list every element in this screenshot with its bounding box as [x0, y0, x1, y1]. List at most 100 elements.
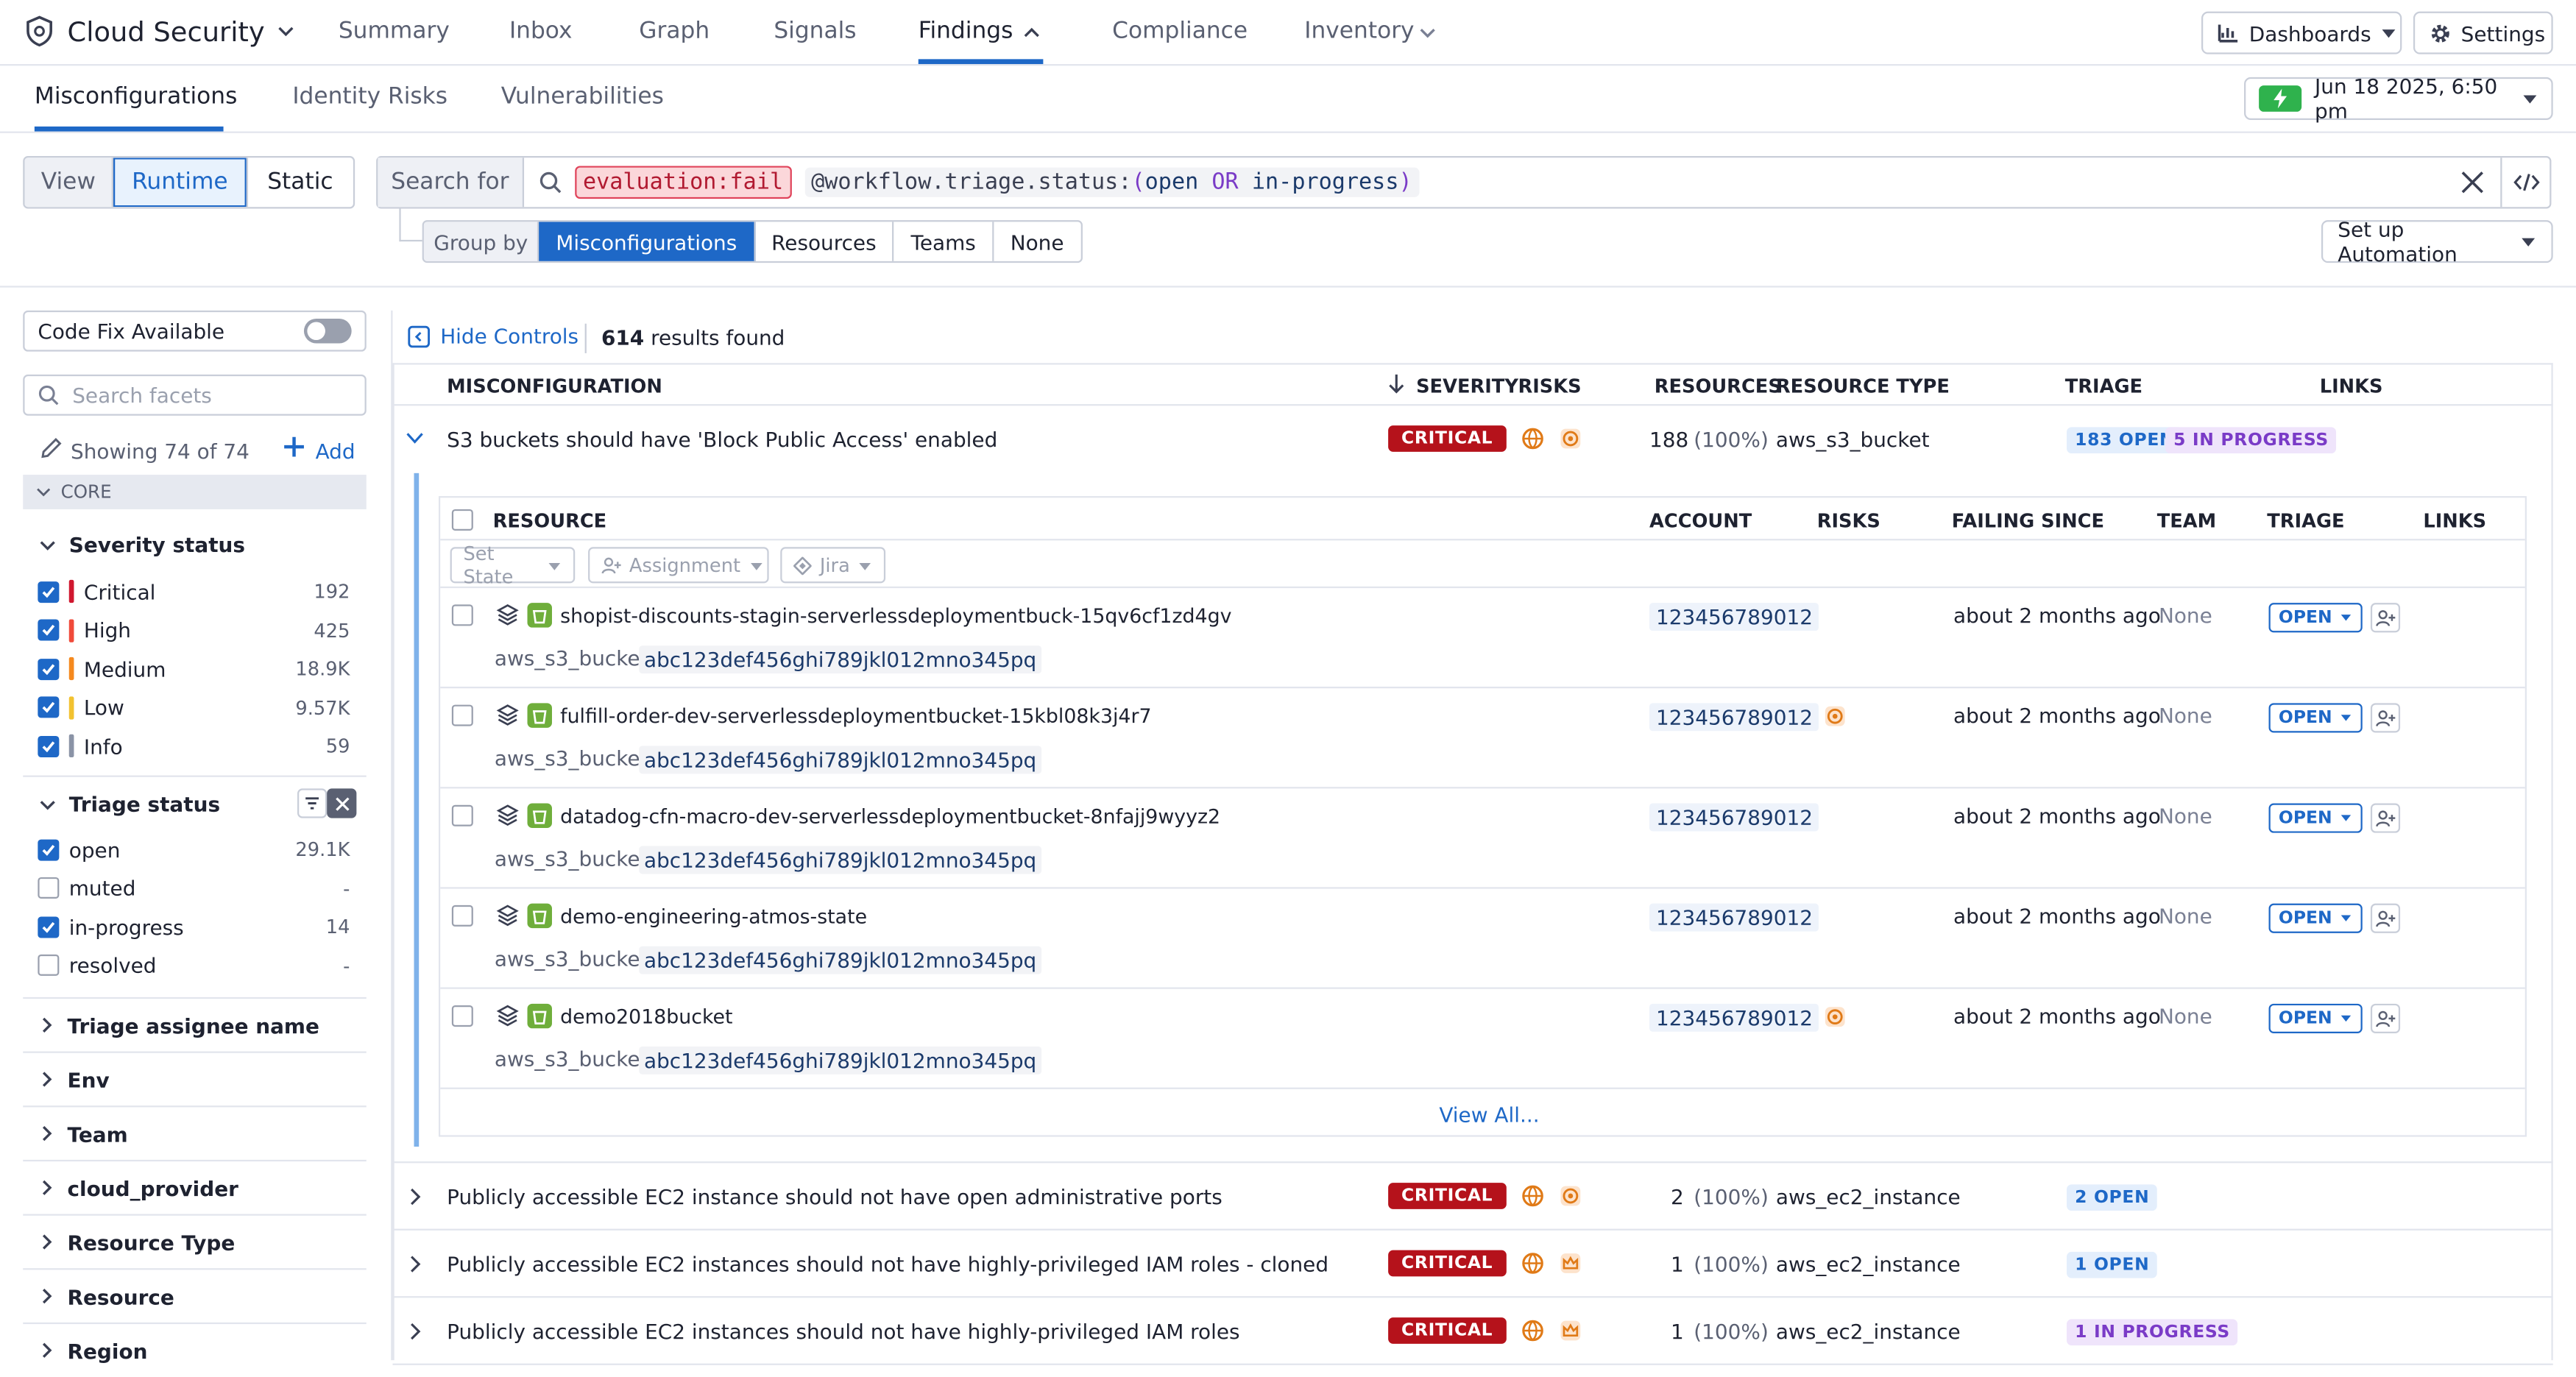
nav-graph[interactable]: Graph — [639, 18, 710, 45]
facet-group-region[interactable]: Region — [23, 1322, 367, 1377]
row-checkbox[interactable] — [451, 604, 473, 626]
col-resource-type[interactable]: RESOURCE TYPE — [1776, 375, 1950, 397]
triage-open-dropdown[interactable]: OPEN — [2268, 903, 2362, 933]
chevron-up-icon[interactable] — [1022, 23, 1041, 43]
facet-triage-muted[interactable]: muted - — [38, 873, 350, 902]
assignment-dropdown[interactable]: Assignment — [588, 547, 769, 584]
resource-id-link[interactable]: abc123def456ghi789jkl012mno345pq — [639, 645, 1041, 674]
facet-group-triage-assignee-name[interactable]: Triage assignee name — [23, 997, 367, 1052]
tab-identity-risks[interactable]: Identity Risks — [292, 84, 447, 110]
nav-findings[interactable]: Findings — [919, 18, 1013, 45]
view-all-link[interactable]: View All... — [1439, 1102, 1539, 1127]
facet-triage-open[interactable]: open 29.1K — [38, 835, 350, 864]
add-assignee-button[interactable] — [2370, 603, 2401, 633]
severity-facet-header[interactable]: Severity status — [40, 532, 245, 557]
clear-search-icon[interactable] — [2461, 171, 2484, 194]
search-bar[interactable]: Search for evaluation:fail @workflow.tri… — [376, 156, 2552, 209]
query-chip-evaluation-fail[interactable]: evaluation:fail — [574, 166, 792, 199]
sub-col-triage[interactable]: TRIAGE — [2267, 509, 2344, 532]
chevron-right-icon[interactable] — [408, 1188, 422, 1206]
core-section-header[interactable]: CORE — [23, 475, 367, 509]
plus-icon[interactable] — [283, 436, 305, 459]
account-id[interactable]: 123456789012 — [1649, 603, 1819, 631]
row-checkbox[interactable] — [451, 704, 473, 726]
sort-arrow-down-icon[interactable] — [1388, 373, 1404, 394]
triage-open-dropdown[interactable]: OPEN — [2268, 803, 2362, 833]
set-state-dropdown[interactable]: Set State — [450, 542, 576, 588]
facet-triage-resolved[interactable]: resolved - — [38, 950, 350, 980]
chevron-down-icon[interactable] — [1418, 23, 1437, 43]
triage-open-dropdown[interactable]: OPEN — [2268, 603, 2362, 633]
add-assignee-button[interactable] — [2370, 703, 2401, 733]
account-id[interactable]: 123456789012 — [1649, 1003, 1819, 1032]
nav-inbox[interactable]: Inbox — [509, 18, 573, 45]
col-risks[interactable]: RISKS — [1518, 375, 1581, 397]
query-chip-triage-status[interactable]: @workflow.triage.status:(open OR in-prog… — [804, 167, 1419, 197]
add-assignee-button[interactable] — [2370, 803, 2401, 833]
app-brand[interactable]: Cloud Security — [23, 15, 296, 48]
sub-col-links[interactable]: LINKS — [2423, 509, 2486, 532]
row-checkbox[interactable] — [451, 804, 473, 826]
facet-group-resource[interactable]: Resource — [23, 1268, 367, 1323]
nav-compliance[interactable]: Compliance — [1112, 18, 1248, 45]
groupby-resources[interactable]: Resources — [755, 222, 895, 261]
facet-group-team[interactable]: Team — [23, 1105, 367, 1160]
facet-triage-in-progress[interactable]: in-progress 14 — [38, 912, 350, 941]
resource-id-link[interactable]: abc123def456ghi789jkl012mno345pq — [639, 946, 1041, 974]
resource-name[interactable]: fulfill-order-dev-serverlessdeploymentbu… — [560, 705, 1151, 728]
col-severity[interactable]: SEVERITY — [1416, 375, 1518, 397]
code-fix-toggle[interactable] — [303, 319, 352, 344]
checkbox[interactable] — [38, 581, 60, 603]
resource-id-link[interactable]: abc123def456ghi789jkl012mno345pq — [639, 846, 1041, 874]
row-checkbox[interactable] — [451, 1005, 473, 1027]
groupby-misconfigurations[interactable]: Misconfigurations — [539, 222, 755, 261]
checkbox[interactable] — [38, 954, 60, 976]
chevron-right-icon[interactable] — [408, 1255, 422, 1273]
col-resources[interactable]: RESOURCES — [1655, 375, 1782, 397]
checkbox[interactable] — [38, 657, 60, 679]
triage-open-dropdown[interactable]: OPEN — [2268, 703, 2362, 733]
groupby-none[interactable]: None — [994, 222, 1080, 261]
resource-name[interactable]: demo-engineering-atmos-state — [560, 905, 867, 928]
resource-name[interactable]: datadog-cfn-macro-dev-serverlessdeployme… — [560, 805, 1220, 828]
facet-severity-info[interactable]: Info 59 — [38, 731, 350, 760]
triage-facet-header[interactable]: Triage status — [40, 792, 220, 816]
add-assignee-button[interactable] — [2370, 903, 2401, 933]
facet-group-cloud-provider[interactable]: cloud_provider — [23, 1159, 367, 1214]
facet-severity-low[interactable]: Low 9.57K — [38, 693, 350, 722]
account-id[interactable]: 123456789012 — [1649, 903, 1819, 932]
col-links[interactable]: LINKS — [2320, 375, 2383, 397]
checkbox[interactable] — [38, 696, 60, 718]
dashboards-button[interactable]: Dashboards — [2201, 11, 2402, 54]
facet-severity-high[interactable]: High 425 — [38, 615, 350, 645]
select-all-checkbox[interactable] — [451, 509, 473, 531]
triage-open-dropdown[interactable]: OPEN — [2268, 1003, 2362, 1033]
view-static-button[interactable]: Static — [247, 157, 353, 207]
setup-automation-button[interactable]: Set up Automation — [2321, 217, 2553, 266]
checkbox[interactable] — [38, 734, 60, 757]
chevron-right-icon[interactable] — [408, 1323, 422, 1341]
sub-col-team[interactable]: TEAM — [2157, 509, 2216, 532]
clear-facet-icon[interactable] — [327, 788, 357, 818]
facet-group-resource-type[interactable]: Resource Type — [23, 1214, 367, 1269]
add-facet-button[interactable]: Add — [316, 439, 355, 463]
row-checkbox[interactable] — [451, 905, 473, 927]
sub-col-failing-since[interactable]: FAILING SINCE — [1952, 509, 2104, 532]
checkbox[interactable] — [38, 916, 60, 938]
time-picker[interactable]: Jun 18 2025, 6:50 pm — [2244, 74, 2553, 123]
facet-group-env[interactable]: Env — [23, 1051, 367, 1106]
view-runtime-button[interactable]: Runtime — [113, 157, 248, 208]
col-triage[interactable]: TRIAGE — [2065, 375, 2142, 397]
filter-icon[interactable] — [297, 788, 328, 818]
resource-id-link[interactable]: abc123def456ghi789jkl012mno345pq — [639, 1046, 1041, 1075]
tab-vulnerabilities[interactable]: Vulnerabilities — [501, 84, 664, 110]
chevron-down-icon[interactable] — [406, 431, 424, 445]
code-view-icon[interactable] — [2500, 157, 2550, 208]
add-assignee-button[interactable] — [2370, 1003, 2401, 1033]
nav-inventory[interactable]: Inventory — [1304, 18, 1414, 45]
account-id[interactable]: 123456789012 — [1649, 803, 1819, 832]
facet-severity-critical[interactable]: Critical 192 — [38, 576, 350, 606]
sub-col-resource[interactable]: RESOURCE — [493, 509, 607, 532]
checkbox[interactable] — [38, 877, 60, 899]
resource-name[interactable]: demo2018bucket — [560, 1005, 732, 1028]
